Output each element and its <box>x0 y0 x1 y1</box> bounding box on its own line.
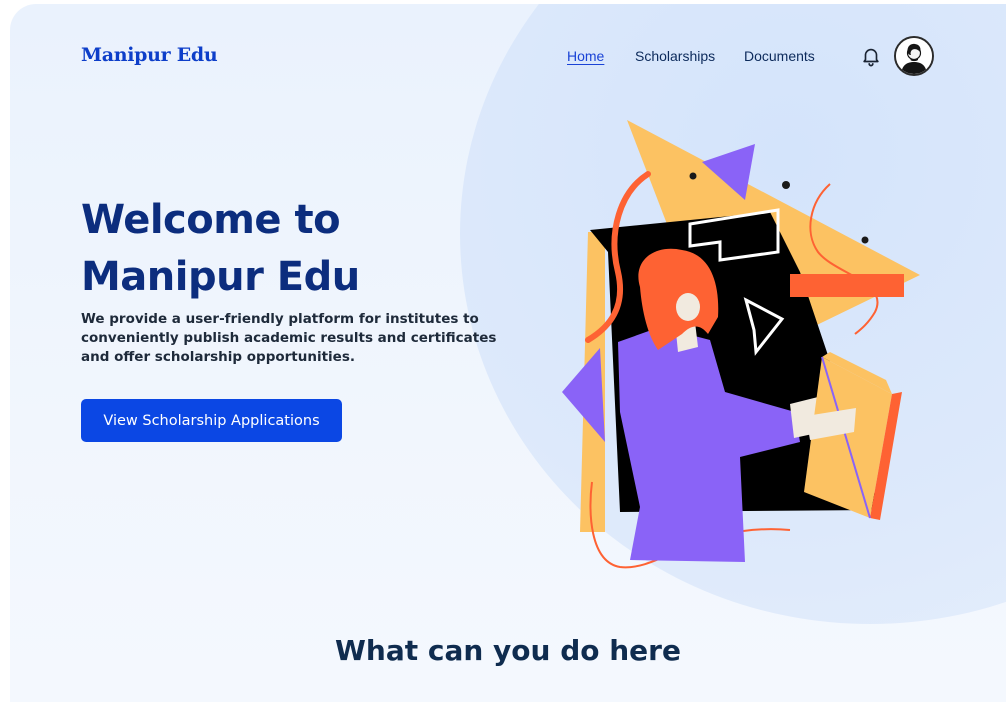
avatar[interactable] <box>894 36 934 76</box>
hero-description: We provide a user-friendly platform for … <box>81 311 497 365</box>
nav-documents[interactable]: Documents <box>744 48 815 64</box>
nav-home[interactable]: Home <box>567 48 604 64</box>
section-title: What can you do here <box>335 634 681 667</box>
hero-illustration <box>560 112 930 582</box>
site-logo[interactable]: Manipur Edu <box>81 44 218 66</box>
hero-title-line1: Welcome to <box>81 197 341 243</box>
hero-title: Welcome to Manipur Edu <box>81 192 360 306</box>
hero-title-line2: Manipur Edu <box>81 254 360 300</box>
page-frame: Manipur Edu Home Scholarships Documents … <box>10 4 1006 702</box>
bell-icon[interactable] <box>860 45 882 67</box>
view-scholarship-applications-button[interactable]: View Scholarship Applications <box>81 399 342 442</box>
nav-scholarships[interactable]: Scholarships <box>635 48 715 64</box>
